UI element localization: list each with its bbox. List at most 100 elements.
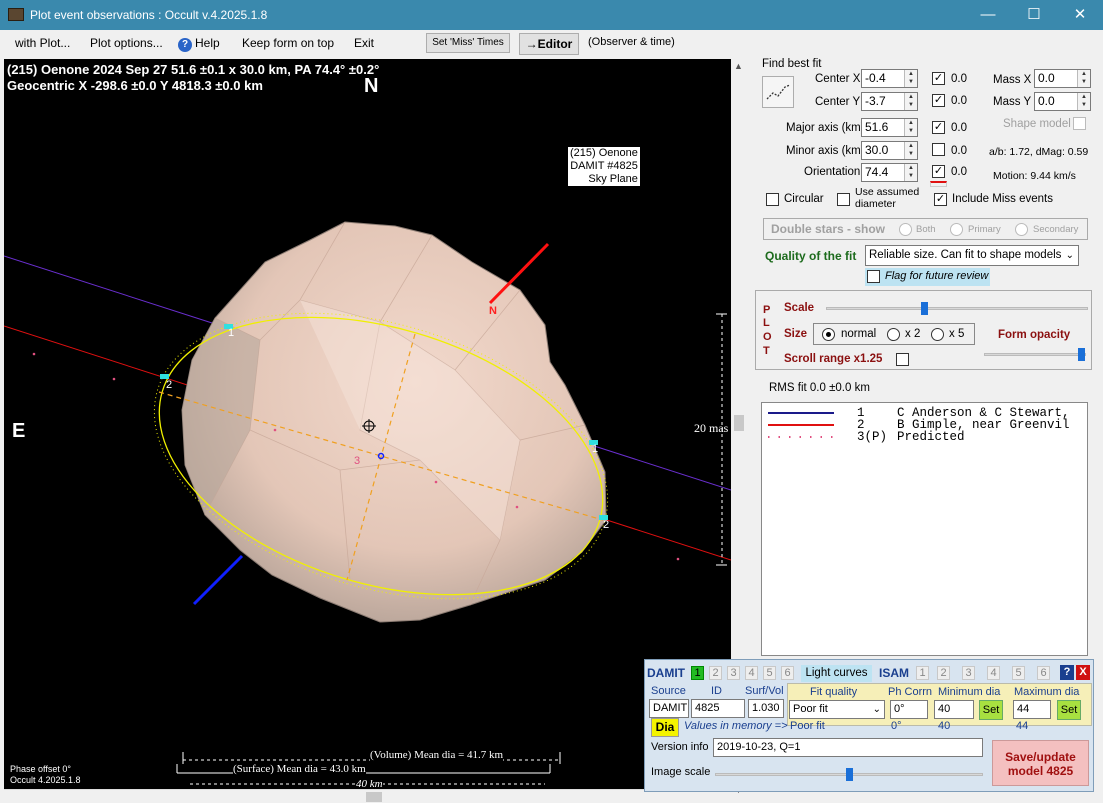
isam-model-6[interactable]: 6 xyxy=(1037,666,1050,680)
size-x2-radio[interactable] xyxy=(887,328,900,341)
center-y-input[interactable]: -3.7 ▲ ▼ xyxy=(861,92,918,111)
mem-max-dia: 44 xyxy=(1016,720,1029,732)
set-miss-times-button[interactable]: Set 'Miss' Times xyxy=(426,33,510,53)
flag-review-checkbox[interactable] xyxy=(867,270,880,283)
scale-slider[interactable] xyxy=(826,302,1088,315)
minor-axis-checkbox[interactable] xyxy=(932,143,945,156)
find-best-fit-button[interactable] xyxy=(762,76,794,108)
close-button[interactable]: ✕ xyxy=(1057,0,1103,30)
min-dia-field[interactable]: 40 xyxy=(934,700,974,719)
scale-label: Scale xyxy=(784,302,815,314)
both-label: Both xyxy=(916,224,936,235)
observer-name: Predicted xyxy=(897,430,965,444)
damit-model-5[interactable]: 5 xyxy=(763,666,776,680)
damit-model-4[interactable]: 4 xyxy=(745,666,758,680)
major-axis-unc: 0.0 xyxy=(951,122,967,134)
major-axis-checkbox[interactable]: ✓ xyxy=(932,121,945,134)
isam-model-4[interactable]: 4 xyxy=(987,666,1000,680)
isam-model-3[interactable]: 3 xyxy=(962,666,975,680)
id-field[interactable]: 4825 xyxy=(691,699,745,718)
surface-dia-label: (Surface) Mean dia = 43.0 km xyxy=(233,763,366,775)
both-radio[interactable] xyxy=(899,223,912,236)
isam-model-2[interactable]: 2 xyxy=(937,666,950,680)
quality-of-fit-select[interactable]: Reliable size. Can fit to shape models ⌄ xyxy=(865,245,1079,266)
observer-time-label: (Observer & time) xyxy=(588,36,675,48)
damit-model-6[interactable]: 6 xyxy=(781,666,794,680)
menu-exit[interactable]: Exit xyxy=(354,36,374,50)
spin-arrows-icon[interactable]: ▲ ▼ xyxy=(1077,70,1090,87)
max-dia-field[interactable]: 44 xyxy=(1013,700,1051,719)
use-assumed-diameter-checkbox[interactable] xyxy=(837,193,850,206)
observer-list[interactable]: 1C Anderson & C Stewart, 2B Gimple, near… xyxy=(761,402,1088,656)
image-scale-slider[interactable] xyxy=(715,768,983,781)
major-axis-input[interactable]: 51.6 ▲ ▼ xyxy=(861,118,918,137)
primary-label: Primary xyxy=(968,224,1001,235)
circular-checkbox[interactable] xyxy=(766,193,779,206)
version-info-field[interactable]: 2019-10-23, Q=1 xyxy=(713,738,983,757)
shape-model-checkbox[interactable] xyxy=(1073,117,1086,130)
mass-y-input[interactable]: 0.0 ▲ ▼ xyxy=(1034,92,1091,111)
id-label: ID xyxy=(711,685,722,697)
spin-arrows-icon[interactable]: ▲ ▼ xyxy=(904,142,917,159)
orientation-unc: 0.0 xyxy=(951,166,967,178)
form-opacity-slider-thumb[interactable] xyxy=(1078,348,1085,361)
damit-model-2[interactable]: 2 xyxy=(709,666,722,680)
center-x-checkbox[interactable]: ✓ xyxy=(932,72,945,85)
mass-x-input[interactable]: 0.0 ▲ ▼ xyxy=(1034,69,1091,88)
center-y-checkbox[interactable]: ✓ xyxy=(932,94,945,107)
minor-axis-input[interactable]: 30.0 ▲ ▼ xyxy=(861,141,918,160)
size-x5-radio[interactable] xyxy=(931,328,944,341)
fit-quality-select[interactable]: Poor fit ⌄ xyxy=(789,700,885,719)
menu-help[interactable]: ? Help xyxy=(178,36,220,52)
set-min-dia-button[interactable]: Set xyxy=(979,700,1003,720)
set-max-dia-button[interactable]: Set xyxy=(1057,700,1081,720)
motion-label: Motion: 9.44 km/s xyxy=(993,170,1076,182)
damit-help-button[interactable]: ? xyxy=(1060,665,1074,680)
mass-x-value: 0.0 xyxy=(1038,71,1055,85)
editor-button[interactable]: →Editor xyxy=(519,33,579,55)
isam-model-5[interactable]: 5 xyxy=(1012,666,1025,680)
ph-corrn-field[interactable]: 0° xyxy=(890,700,928,719)
spin-arrows-icon[interactable]: ▲ ▼ xyxy=(904,119,917,136)
scroll-range-checkbox[interactable] xyxy=(896,353,909,366)
spin-arrows-icon[interactable]: ▲ ▼ xyxy=(904,70,917,87)
scale-slider-thumb[interactable] xyxy=(921,302,928,315)
damit-model-1[interactable]: 1 xyxy=(691,666,704,680)
image-scale-slider-thumb[interactable] xyxy=(846,768,853,781)
spin-arrows-icon[interactable]: ▲ ▼ xyxy=(904,93,917,110)
spin-arrows-icon[interactable]: ▲ ▼ xyxy=(1077,93,1090,110)
form-opacity-slider[interactable] xyxy=(984,348,1086,361)
size-normal-radio[interactable] xyxy=(822,328,835,341)
dia-button[interactable]: Dia xyxy=(651,718,679,737)
save-update-model-button[interactable]: Save/update model 4825 xyxy=(992,740,1089,786)
center-x-input[interactable]: -0.4 ▲ ▼ xyxy=(861,69,918,88)
include-miss-checkbox[interactable]: ✓ xyxy=(934,193,947,206)
vscroll-up-icon[interactable]: ▲ xyxy=(734,61,743,71)
orientation-checkbox[interactable]: ✓ xyxy=(932,165,945,178)
orientation-input[interactable]: 74.4 ▲ ▼ xyxy=(861,163,918,182)
vscroll-thumb[interactable] xyxy=(734,415,744,431)
hscroll-thumb[interactable] xyxy=(366,792,382,802)
menu-with-plot[interactable]: with Plot... xyxy=(15,36,70,50)
center-y-unc: 0.0 xyxy=(951,95,967,107)
plot-canvas[interactable]: (215) Oenone 2024 Sep 27 51.6 ±0.1 x 30.… xyxy=(4,59,731,789)
menu-keep-on-top[interactable]: Keep form on top xyxy=(242,36,334,50)
damit-close-button[interactable]: X xyxy=(1076,665,1090,680)
chord1-label: 1 xyxy=(228,327,235,339)
use-assumed-diameter-label: Use assumed diameter xyxy=(855,186,919,210)
minimize-button[interactable]: — xyxy=(965,0,1011,30)
source-field[interactable]: DAMIT xyxy=(649,699,689,718)
plot-controls-group: P L O T Scale Size normal x 2 x 5 Form o… xyxy=(755,290,1092,370)
secondary-radio[interactable] xyxy=(1015,223,1028,236)
legend-line-2 xyxy=(768,424,834,426)
size-x5-label: x 5 xyxy=(949,328,965,340)
primary-radio[interactable] xyxy=(950,223,963,236)
surfvol-field[interactable]: 1.030 xyxy=(748,699,784,718)
spin-arrows-icon[interactable]: ▲ ▼ xyxy=(904,164,917,181)
damit-model-3[interactable]: 3 xyxy=(727,666,740,680)
maximize-button[interactable]: ☐ xyxy=(1011,0,1057,30)
isam-model-1[interactable]: 1 xyxy=(916,666,929,680)
plot-horizontal-scrollbar[interactable] xyxy=(4,789,731,803)
light-curves-button[interactable]: Light curves xyxy=(801,665,872,682)
menu-plot-options[interactable]: Plot options... xyxy=(90,36,163,50)
